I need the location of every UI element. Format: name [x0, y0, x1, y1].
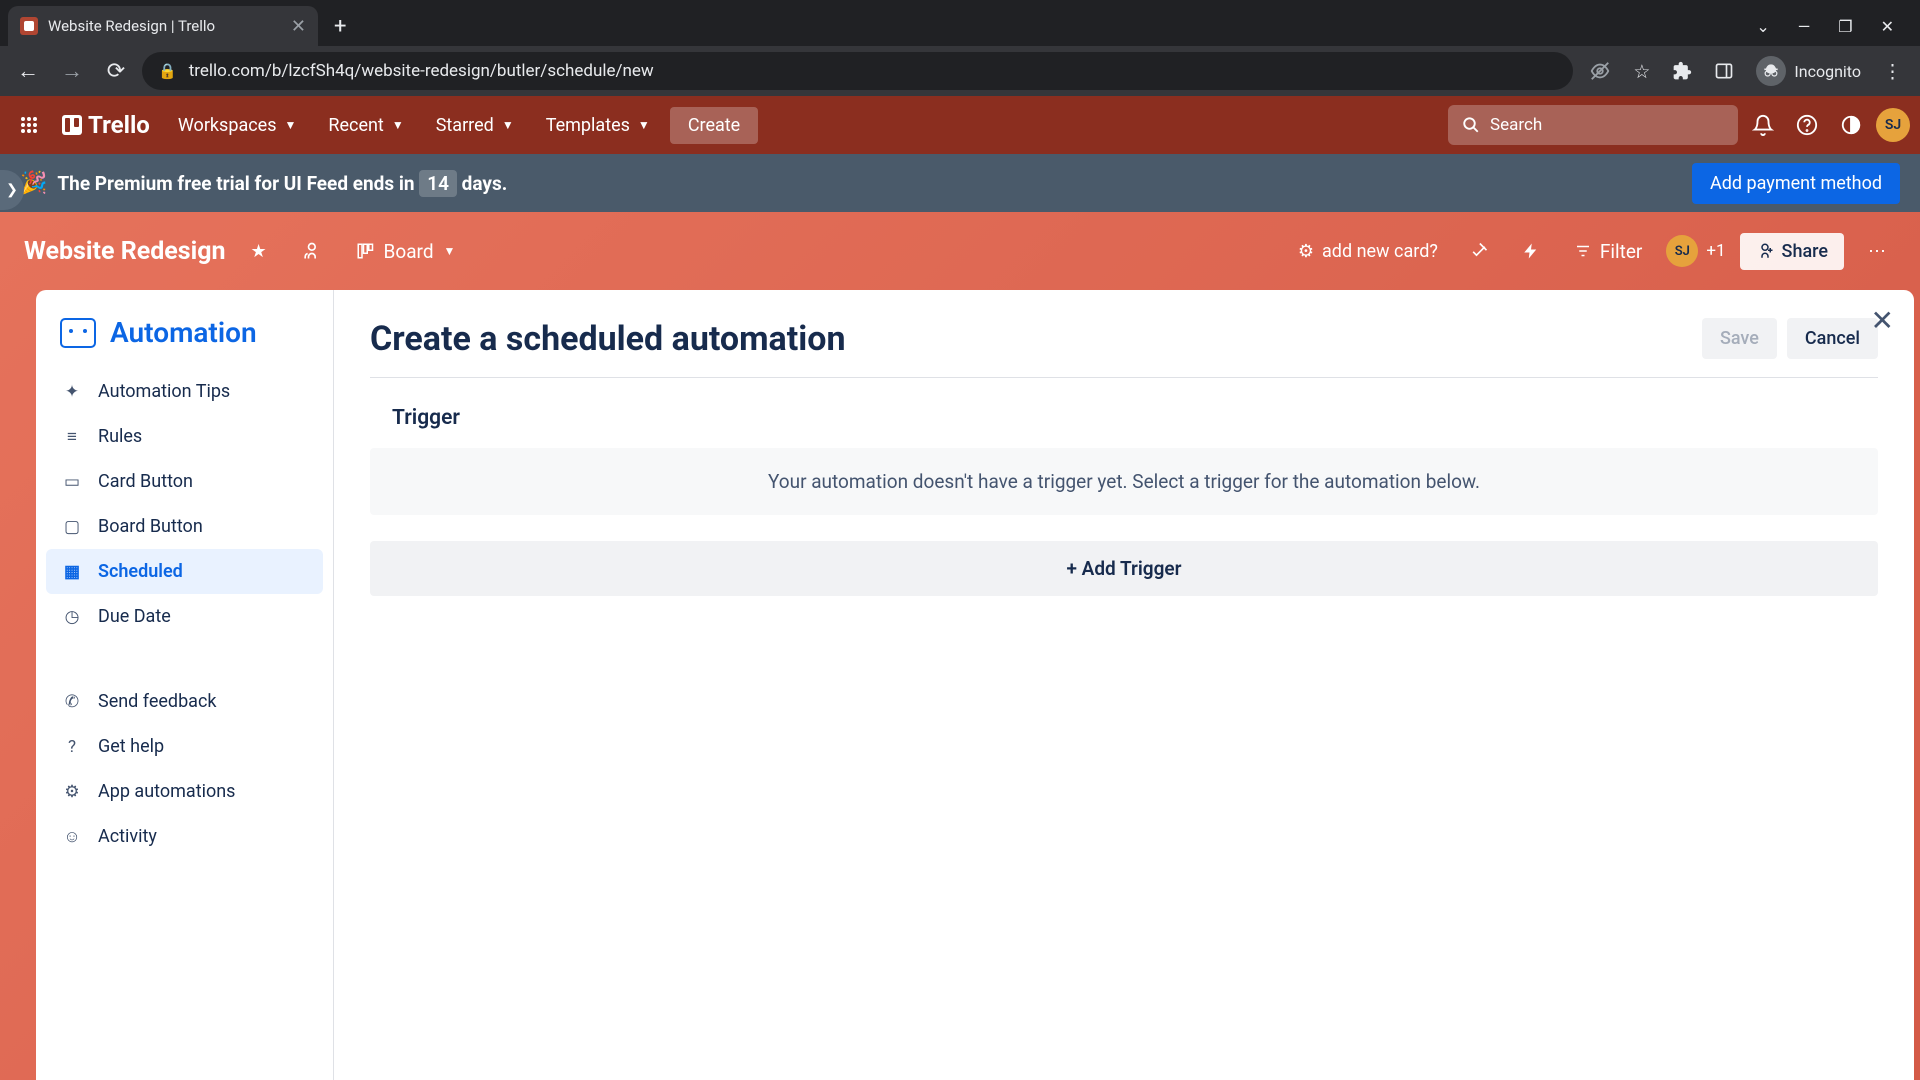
- board-name[interactable]: Website Redesign: [24, 237, 226, 266]
- automation-bolt-icon[interactable]: [1512, 232, 1550, 270]
- card-icon: ▭: [62, 472, 82, 492]
- sidebar-item-help[interactable]: ?Get help: [46, 724, 323, 769]
- list-icon: ≡: [62, 427, 82, 447]
- reload-button[interactable]: ⟳: [98, 53, 134, 89]
- search-placeholder: Search: [1490, 115, 1542, 135]
- trello-header: Trello Workspaces▼ Recent▼ Starred▼ Temp…: [0, 96, 1920, 154]
- lock-icon: 🔒: [158, 62, 177, 80]
- trello-logo-text: Trello: [88, 111, 150, 139]
- add-payment-button[interactable]: Add payment method: [1692, 163, 1900, 204]
- browser-tab-bar: Website Redesign | Trello ✕ + ⌄ — ❐ ✕: [0, 0, 1920, 46]
- calendar-icon: ▦: [62, 562, 82, 582]
- url-input[interactable]: 🔒 trello.com/b/lzcfSh4q/website-redesign…: [142, 52, 1573, 90]
- board-view-switcher[interactable]: Board ▼: [344, 234, 468, 269]
- notifications-icon[interactable]: [1744, 106, 1782, 144]
- board-menu-icon[interactable]: ⋯: [1858, 232, 1896, 270]
- search-icon: [1462, 116, 1480, 134]
- add-card-action[interactable]: ⚙ add new card?: [1290, 235, 1446, 268]
- sidebar-item-feedback[interactable]: ✆Send feedback: [46, 679, 323, 724]
- new-tab-button[interactable]: +: [334, 14, 346, 39]
- forward-button[interactable]: →: [54, 53, 90, 89]
- person-icon: ☺: [62, 827, 82, 847]
- automation-panel: Automation ✦Automation Tips ≡Rules ▭Card…: [36, 290, 1914, 1080]
- window-controls: ⌄ — ❐ ✕: [1756, 17, 1912, 36]
- chevron-down-icon: ▼: [444, 244, 456, 258]
- member-count: +1: [1706, 241, 1725, 261]
- trello-logo-icon: [62, 115, 82, 135]
- tabs-dropdown-icon[interactable]: ⌄: [1756, 17, 1769, 36]
- clock-icon: ◷: [62, 607, 82, 627]
- star-board-icon[interactable]: ★: [240, 232, 278, 270]
- add-trigger-button[interactable]: + Add Trigger: [370, 541, 1878, 596]
- maximize-button[interactable]: ❐: [1838, 17, 1852, 36]
- rocket-icon[interactable]: [1460, 232, 1498, 270]
- chevron-down-icon: ▼: [392, 118, 404, 132]
- tab-title: Website Redesign | Trello: [48, 17, 215, 35]
- sparkle-icon: ✦: [62, 382, 82, 402]
- save-button[interactable]: Save: [1702, 318, 1777, 359]
- create-button[interactable]: Create: [670, 107, 758, 144]
- theme-icon[interactable]: [1832, 106, 1870, 144]
- browser-tab[interactable]: Website Redesign | Trello ✕: [8, 6, 318, 46]
- automation-icon: [60, 318, 96, 348]
- incognito-badge[interactable]: Incognito: [1756, 56, 1861, 86]
- trigger-empty-state: Your automation doesn't have a trigger y…: [370, 448, 1878, 515]
- incognito-icon: [1756, 56, 1786, 86]
- sidebar-title: Automation: [46, 310, 323, 369]
- nav-recent[interactable]: Recent▼: [314, 107, 417, 144]
- sidepanel-icon[interactable]: [1714, 61, 1734, 81]
- sidebar-item-app-automations[interactable]: ⚙App automations: [46, 769, 323, 814]
- eye-off-icon[interactable]: [1589, 60, 1611, 82]
- board-bar: Website Redesign ★ Board ▼ ⚙ add new car…: [0, 212, 1920, 290]
- chevron-down-icon: ▼: [285, 118, 297, 132]
- member-avatar[interactable]: SJ: [1666, 235, 1698, 267]
- tab-close-icon[interactable]: ✕: [291, 16, 306, 37]
- sidebar-item-rules[interactable]: ≡Rules: [46, 414, 323, 459]
- browser-menu-icon[interactable]: ⋮: [1883, 60, 1902, 83]
- filter-button[interactable]: Filter: [1564, 234, 1652, 269]
- visibility-icon[interactable]: [292, 232, 330, 270]
- nav-starred[interactable]: Starred▼: [422, 107, 528, 144]
- sidebar-item-scheduled[interactable]: ▦Scheduled: [46, 549, 323, 594]
- automation-sidebar: Automation ✦Automation Tips ≡Rules ▭Card…: [36, 290, 334, 1080]
- tab-favicon: [20, 17, 38, 35]
- sidebar-item-due-date[interactable]: ◷Due Date: [46, 594, 323, 639]
- bookmark-star-icon[interactable]: ☆: [1633, 60, 1650, 83]
- sidebar-item-card-button[interactable]: ▭Card Button: [46, 459, 323, 504]
- sidebar-item-tips[interactable]: ✦Automation Tips: [46, 369, 323, 414]
- incognito-label: Incognito: [1794, 62, 1861, 81]
- nav-workspaces[interactable]: Workspaces▼: [164, 107, 311, 144]
- chevron-down-icon: ▼: [638, 118, 650, 132]
- megaphone-icon: ✆: [62, 692, 82, 712]
- url-text: trello.com/b/lzcfSh4q/website-redesign/b…: [189, 61, 654, 81]
- close-window-button[interactable]: ✕: [1881, 17, 1894, 36]
- user-avatar[interactable]: SJ: [1876, 108, 1910, 142]
- address-bar: ← → ⟳ 🔒 trello.com/b/lzcfSh4q/website-re…: [0, 46, 1920, 96]
- minimize-button[interactable]: —: [1798, 17, 1811, 36]
- help-icon[interactable]: [1788, 106, 1826, 144]
- chevron-down-icon: ▼: [502, 118, 514, 132]
- trigger-section-label: Trigger: [392, 406, 1878, 430]
- cancel-button[interactable]: Cancel: [1787, 318, 1878, 359]
- party-icon: 🎉: [20, 171, 47, 196]
- trial-banner: 🎉 The Premium free trial for UI Feed end…: [0, 154, 1920, 212]
- extensions-icon[interactable]: [1672, 61, 1692, 81]
- sidebar-item-board-button[interactable]: ▢Board Button: [46, 504, 323, 549]
- app-switcher-icon[interactable]: [10, 106, 48, 144]
- nav-templates[interactable]: Templates▼: [532, 107, 664, 144]
- sidebar-item-activity[interactable]: ☺Activity: [46, 814, 323, 859]
- share-button[interactable]: Share: [1740, 233, 1844, 270]
- gear-icon: ⚙: [1298, 241, 1314, 262]
- gear-icon: ⚙: [62, 782, 82, 802]
- back-button[interactable]: ←: [10, 53, 46, 89]
- automation-content: ✕ Create a scheduled automation Save Can…: [334, 290, 1914, 1080]
- close-panel-icon[interactable]: ✕: [1871, 304, 1894, 337]
- page-title: Create a scheduled automation: [370, 319, 846, 359]
- help-circle-icon: ?: [62, 737, 82, 757]
- search-input[interactable]: Search: [1448, 105, 1738, 145]
- trello-logo[interactable]: Trello: [54, 111, 158, 139]
- board-icon: ▢: [62, 517, 82, 537]
